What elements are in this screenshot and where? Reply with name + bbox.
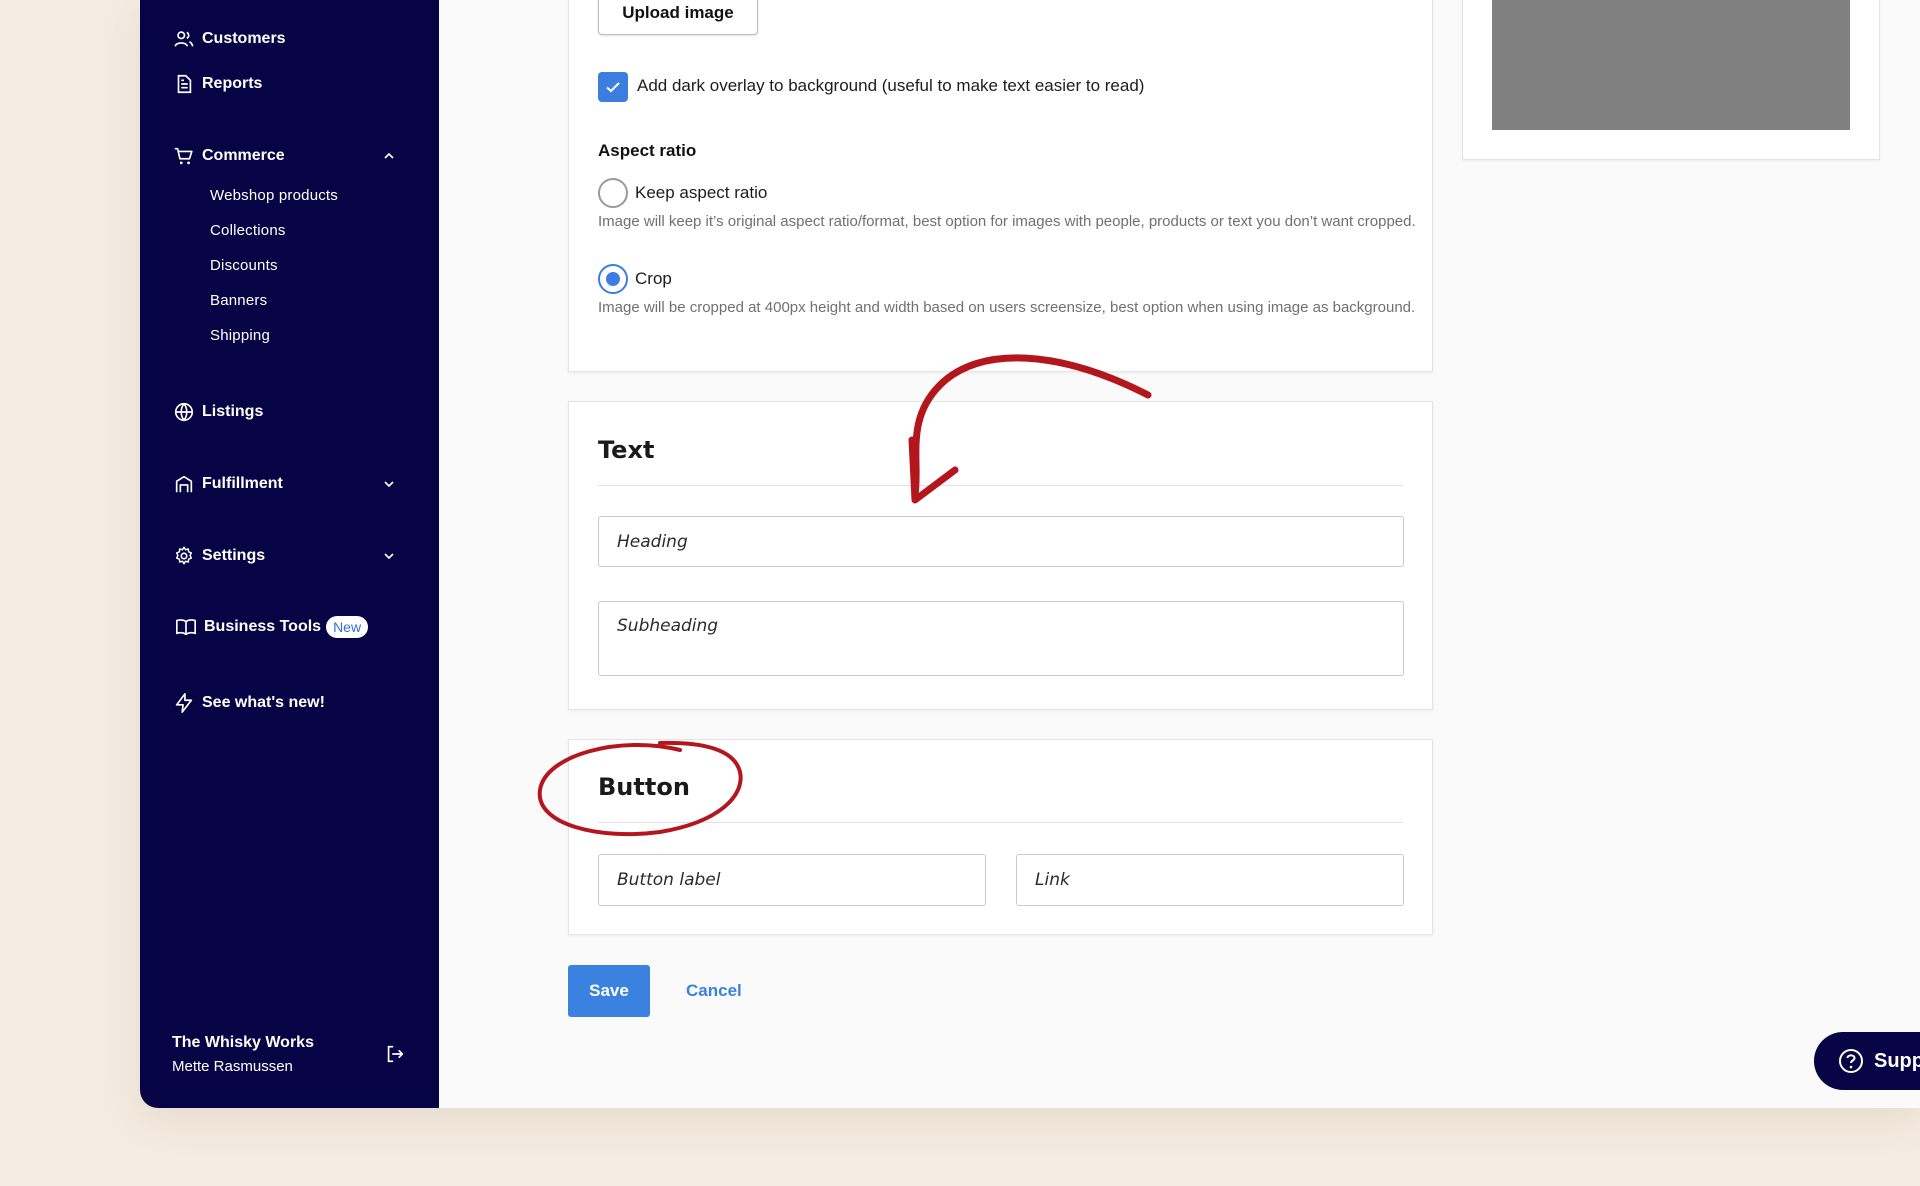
sidebar-subitem-banners[interactable]: Banners: [210, 292, 267, 309]
heading-input[interactable]: [598, 516, 1404, 567]
keep-aspect-ratio-help: Image will keep it’s original aspect rat…: [598, 213, 1416, 230]
save-button[interactable]: Save: [568, 965, 650, 1017]
gear-icon: [175, 546, 193, 565]
subheading-input[interactable]: [598, 601, 1404, 676]
new-badge: New: [326, 616, 369, 638]
sidebar: Customers Reports Commerce Webshop produ…: [140, 0, 439, 1108]
sidebar-item-whats-new[interactable]: See what's new!: [173, 692, 325, 714]
crop-label: Crop: [635, 269, 672, 288]
aspect-ratio-title: Aspect ratio: [598, 141, 697, 160]
sidebar-subitem-discounts[interactable]: Discounts: [210, 257, 278, 274]
user-name: Mette Rasmussen: [172, 1058, 293, 1075]
dark-overlay-label: Add dark overlay to background (useful t…: [637, 76, 1145, 95]
cart-icon: [174, 147, 193, 165]
sidebar-item-label: Customers: [202, 30, 286, 47]
sidebar-item-label: Listings: [202, 403, 264, 420]
button-label-input[interactable]: [598, 854, 986, 906]
sidebar-item-label: Commerce: [202, 147, 285, 164]
sidebar-item-label: Reports: [202, 75, 263, 92]
button-settings-card: Button: [568, 739, 1433, 935]
button-label-field[interactable]: [617, 855, 985, 905]
sidebar-item-label: See what's new!: [202, 694, 325, 711]
upload-image-button[interactable]: Upload image: [598, 0, 758, 35]
sidebar-item-label: Settings: [202, 547, 266, 564]
cancel-button[interactable]: Cancel: [686, 981, 742, 1001]
subheading-textarea[interactable]: [617, 616, 1403, 675]
keep-aspect-ratio-label: Keep aspect ratio: [635, 183, 768, 202]
shop-name: The Whisky Works: [172, 1034, 314, 1051]
document-icon: [177, 74, 192, 94]
banner-preview-image: [1492, 0, 1850, 130]
chevron-up-icon[interactable]: [382, 149, 396, 163]
users-icon: [174, 31, 194, 47]
heading-input-field[interactable]: [617, 517, 1403, 566]
chevron-down-icon[interactable]: [382, 549, 396, 563]
lightning-icon: [175, 693, 193, 713]
divider: [598, 485, 1403, 486]
link-field[interactable]: [1035, 855, 1403, 905]
crop-radio[interactable]: [598, 264, 628, 294]
dark-overlay-checkbox[interactable]: [598, 72, 628, 102]
text-settings-card: Text: [568, 401, 1433, 710]
store-icon: [175, 475, 193, 493]
help-circle-icon: [1839, 1049, 1863, 1073]
book-icon: [176, 619, 196, 636]
sidebar-subitem-shipping[interactable]: Shipping: [210, 327, 270, 344]
sidebar-item-settings[interactable]: Settings: [173, 545, 265, 567]
support-button[interactable]: Supp: [1814, 1032, 1920, 1090]
sidebar-subitem-webshop-products[interactable]: Webshop products: [210, 187, 338, 204]
app-window: Customers Reports Commerce Webshop produ…: [140, 0, 1920, 1108]
checkmark-icon: [606, 82, 620, 93]
sidebar-item-commerce[interactable]: Commerce: [173, 145, 285, 167]
button-section-title: Button: [598, 773, 690, 801]
logout-icon[interactable]: [384, 1043, 406, 1065]
keep-aspect-ratio-radio[interactable]: [598, 178, 628, 208]
support-label: Supp: [1874, 1049, 1920, 1072]
sidebar-item-label: Business Tools: [204, 618, 322, 635]
sidebar-item-business-tools[interactable]: Business Tools New: [175, 616, 369, 638]
sidebar-item-customers[interactable]: Customers: [173, 28, 286, 50]
image-settings-card: Upload image Add dark overlay to backgro…: [568, 0, 1433, 372]
sidebar-item-reports[interactable]: Reports: [173, 73, 262, 95]
sidebar-item-fulfillment[interactable]: Fulfillment: [173, 473, 283, 495]
banner-preview-card: [1462, 0, 1880, 160]
chevron-down-icon[interactable]: [382, 477, 396, 491]
sidebar-item-label: Fulfillment: [202, 475, 283, 492]
sidebar-item-products-partial[interactable]: [173, 0, 202, 10]
sidebar-subitem-collections[interactable]: Collections: [210, 222, 286, 239]
box-icon: [173, 0, 195, 10]
sidebar-item-listings[interactable]: Listings: [173, 401, 263, 423]
divider: [598, 822, 1403, 823]
globe-icon: [174, 402, 194, 422]
text-section-title: Text: [598, 436, 655, 464]
link-input[interactable]: [1016, 854, 1404, 906]
crop-help: Image will be cropped at 400px height an…: [598, 299, 1416, 316]
